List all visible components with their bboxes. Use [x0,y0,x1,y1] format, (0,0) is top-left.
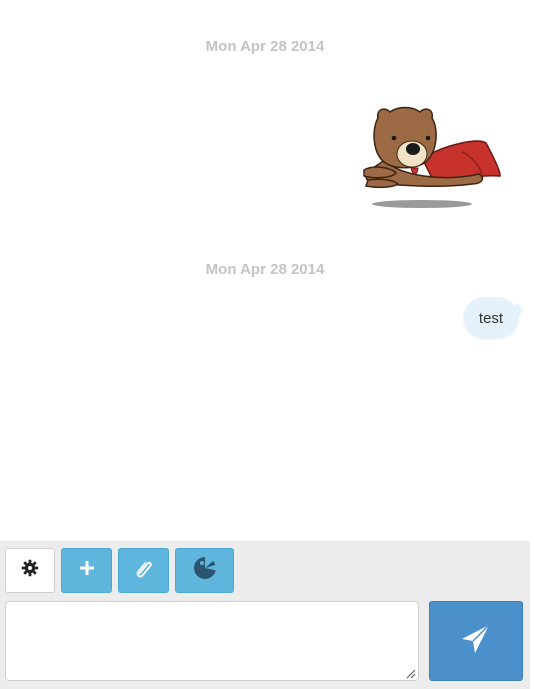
message-bubble: test [463,297,519,339]
plus-icon [78,559,96,582]
message-input[interactable] [5,601,419,681]
paper-plane-icon [459,622,493,661]
sticker-button[interactable] [175,548,234,593]
gear-icon [21,559,39,582]
bear-sticker [354,98,504,212]
settings-button[interactable] [5,548,55,593]
message-timestamp: Mon Apr 28 2014 [205,38,325,55]
resize-grip-icon[interactable] [404,666,416,679]
attach-button[interactable] [118,548,169,593]
pacman-sticker-icon [192,555,218,586]
add-button[interactable] [61,548,112,593]
message-timestamp: Mon Apr 28 2014 [205,261,325,278]
paperclip-icon [133,557,155,584]
send-button[interactable] [429,601,523,681]
message-text: test [478,309,504,327]
